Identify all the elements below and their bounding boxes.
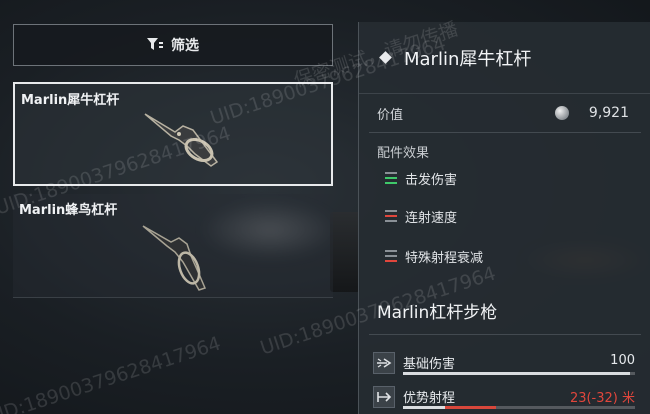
effect-label: 击发伤害 — [405, 172, 458, 188]
value-amount: 9,921 — [588, 105, 629, 121]
stat-bar — [403, 406, 635, 409]
filter-icon — [147, 38, 163, 52]
filter-label: 筛选 — [171, 38, 199, 54]
watermark-uid: UID:18900379628417964 — [0, 332, 224, 414]
stat-bar-fill — [403, 372, 631, 375]
stat-label: 基础伤害 — [403, 357, 456, 372]
divider — [369, 132, 641, 133]
stat-bar — [403, 372, 635, 375]
damage-icon — [373, 352, 395, 374]
coin-icon — [555, 106, 569, 120]
stat-label: 优势射程 — [403, 391, 456, 406]
stat-value: 100 — [610, 353, 635, 368]
stat-row-damage: 基础伤害 100 — [373, 350, 645, 376]
effect-item: 连射速度 — [385, 206, 457, 226]
filter-button[interactable]: 筛选 — [13, 24, 333, 66]
item-name: Marlin犀牛杠杆 — [21, 93, 120, 108]
stat-bar-penalty — [444, 406, 496, 409]
effect-item: 特殊射程衰减 — [385, 246, 483, 266]
detail-panel: Marlin犀牛杠杆 价值 9,921 配件效果 击发伤害 连射速度 特殊射程衰… — [358, 22, 650, 414]
effect-label: 特殊射程衰减 — [405, 250, 484, 266]
range-icon — [373, 386, 395, 408]
value-label: 价值 — [377, 107, 404, 123]
effect-item: 击发伤害 — [385, 168, 457, 188]
stat-up-green-icon — [385, 171, 397, 185]
stat-bar-fill — [403, 406, 445, 409]
lever-attachment-icon — [133, 216, 243, 300]
value-row: 价值 9,921 — [359, 98, 650, 128]
effect-label: 连射速度 — [405, 210, 458, 226]
stat-down-red-icon — [385, 209, 397, 223]
divider — [369, 334, 641, 335]
effects-title: 配件效果 — [377, 146, 430, 161]
stat-down-red-icon — [385, 249, 397, 263]
stat-row-range: 优势射程 23(-32) 米 — [373, 384, 645, 410]
stat-value: 23(-32) 米 — [569, 391, 635, 406]
item-card-hummingbird[interactable]: Marlin蜂鸟杠杆 — [13, 194, 333, 298]
background-weapon — [330, 212, 360, 292]
